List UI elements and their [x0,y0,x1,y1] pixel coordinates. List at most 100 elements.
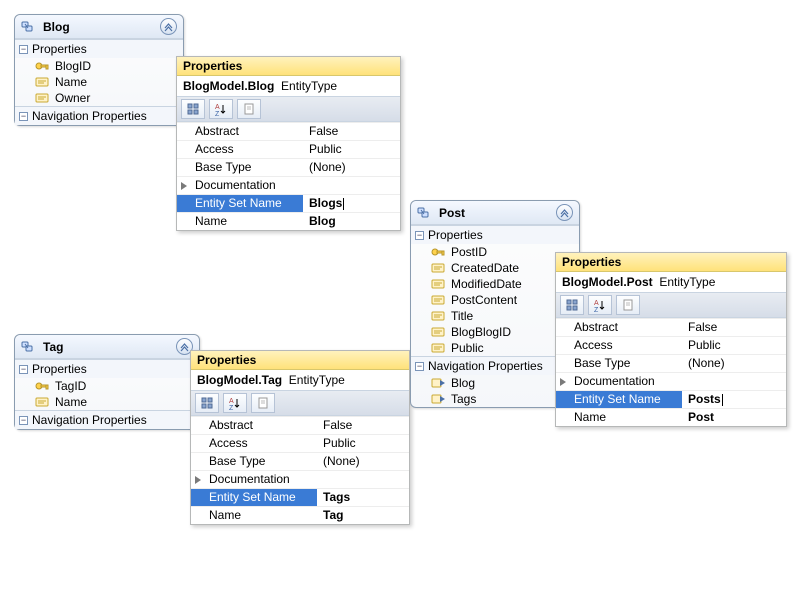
propgrid-blog[interactable]: Properties BlogModel.Blog EntityType Abs… [176,56,401,231]
scalar-icon [431,341,447,355]
propgrid-tag[interactable]: Properties BlogModel.Tag EntityType Abst… [190,350,410,525]
property-row[interactable]: CreatedDate [411,260,579,276]
propgrid-value[interactable]: Public [682,337,786,354]
entity-blog[interactable]: Blog − Properties BlogID Name Owner − Na… [14,14,184,126]
propgrid-label: Name [177,213,303,230]
propertypages-button[interactable] [237,99,261,119]
object-path: BlogModel.Post [562,275,653,289]
scalar-icon [431,325,447,339]
categorized-button[interactable] [560,295,584,315]
propgrid-row[interactable]: Entity Set NameBlogs [177,194,400,212]
propgrid-value[interactable]: Posts [682,391,786,408]
propgrid-row[interactable]: NameTag [191,506,409,524]
propgrid-post[interactable]: Properties BlogModel.Post EntityType Abs… [555,252,787,427]
propgrid-row[interactable]: Entity Set NamePosts [556,390,786,408]
propertypages-button[interactable] [616,295,640,315]
propgrid-row[interactable]: NameBlog [177,212,400,230]
propgrid-row[interactable]: Base Type(None) [177,158,400,176]
propgrid-row[interactable]: NamePost [556,408,786,426]
propgrid-value[interactable]: False [317,417,409,434]
property-row[interactable]: TagID [15,378,199,394]
propgrid-row[interactable]: AbstractFalse [191,416,409,434]
propgrid-row[interactable]: Documentation [191,470,409,488]
propgrid-value[interactable]: False [682,319,786,336]
propgrid-row[interactable]: AccessPublic [191,434,409,452]
key-icon [35,59,51,73]
propgrid-value[interactable] [317,471,409,488]
propgrid-title: Properties [556,253,786,272]
propgrid-object: BlogModel.Post EntityType [556,272,786,292]
propgrid-value[interactable]: Public [317,435,409,452]
nav-row[interactable]: Blog [411,375,579,391]
propgrid-value[interactable]: False [303,123,400,140]
scalar-icon [431,309,447,323]
property-row[interactable]: Name [15,74,183,90]
propgrid-value[interactable]: (None) [682,355,786,372]
minus-icon[interactable]: − [415,362,424,371]
entity-tag[interactable]: Tag − Properties TagID Name − Navigation… [14,334,200,430]
propgrid-label: Name [556,409,682,426]
propgrid-value[interactable]: Blogs [303,195,400,212]
property-row[interactable]: Title [411,308,579,324]
property-row[interactable]: PostID [411,244,579,260]
alphabetical-button[interactable] [209,99,233,119]
propgrid-value[interactable]: (None) [317,453,409,470]
alphabetical-button[interactable] [588,295,612,315]
property-row[interactable]: PostContent [411,292,579,308]
propgrid-row[interactable]: Base Type(None) [556,354,786,372]
propgrid-value[interactable]: Blog [303,213,400,230]
propgrid-rows: AbstractFalseAccessPublicBase Type(None)… [556,318,786,426]
key-icon [431,245,447,259]
propgrid-value[interactable]: Post [682,409,786,426]
propgrid-label: Entity Set Name [177,195,303,212]
propgrid-toolbar [191,390,409,416]
propgrid-label: Documentation [191,471,317,488]
key-icon [35,379,51,393]
entity-header[interactable]: Tag [15,335,199,359]
propgrid-rows: AbstractFalseAccessPublicBase Type(None)… [177,122,400,230]
property-row[interactable]: Name [15,394,199,410]
propgrid-value[interactable]: Tags [317,489,409,506]
nav-icon [431,392,447,406]
propgrid-value[interactable]: Public [303,141,400,158]
propgrid-row[interactable]: Documentation [177,176,400,194]
propgrid-row[interactable]: AbstractFalse [177,122,400,140]
categorized-button[interactable] [181,99,205,119]
propgrid-rows: AbstractFalseAccessPublicBase Type(None)… [191,416,409,524]
propgrid-row[interactable]: Base Type(None) [191,452,409,470]
entity-icon [21,20,37,34]
propgrid-label: Documentation [556,373,682,390]
propgrid-label: Access [556,337,682,354]
property-row[interactable]: Public [411,340,579,356]
entity-header[interactable]: Post [411,201,579,225]
entity-icon [417,206,433,220]
propgrid-row[interactable]: AbstractFalse [556,318,786,336]
propgrid-title: Properties [191,351,409,370]
propgrid-row[interactable]: Documentation [556,372,786,390]
expand-icon[interactable] [558,375,568,385]
propgrid-value[interactable]: Tag [317,507,409,524]
property-row[interactable]: ModifiedDate [411,276,579,292]
entity-icon [21,340,37,354]
propgrid-value[interactable] [303,177,400,194]
alphabetical-button[interactable] [223,393,247,413]
scalar-icon [35,91,51,105]
property-row[interactable]: BlogBlogID [411,324,579,340]
propgrid-value[interactable] [682,373,786,390]
nav-row[interactable]: Tags [411,391,579,407]
propgrid-value[interactable]: (None) [303,159,400,176]
propgrid-row[interactable]: Entity Set NameTags [191,488,409,506]
propgrid-toolbar [556,292,786,318]
scalar-icon [35,395,51,409]
propgrid-row[interactable]: AccessPublic [556,336,786,354]
propertypages-button[interactable] [251,393,275,413]
expand-icon[interactable] [193,473,203,483]
scalar-icon [431,293,447,307]
propgrid-label: Access [177,141,303,158]
entity-header[interactable]: Blog [15,15,183,39]
categorized-button[interactable] [195,393,219,413]
property-row[interactable]: BlogID [15,58,183,74]
propgrid-row[interactable]: AccessPublic [177,140,400,158]
expand-icon[interactable] [179,179,189,189]
property-row[interactable]: Owner [15,90,183,106]
